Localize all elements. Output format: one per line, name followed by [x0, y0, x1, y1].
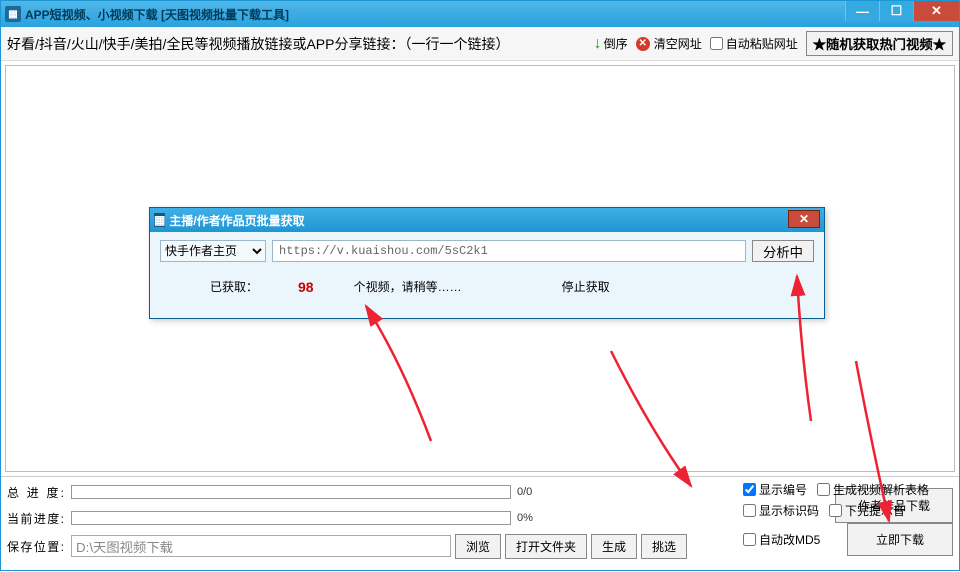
- show-index-checkbox-input[interactable]: [743, 483, 756, 496]
- browse-button[interactable]: 浏览: [455, 534, 501, 559]
- gen-parse-table-checkbox[interactable]: 生成视频解析表格: [817, 481, 929, 498]
- autopaste-label: 自动粘贴网址: [726, 35, 798, 52]
- current-progress-text: 0%: [517, 512, 533, 524]
- show-index-label: 显示编号: [759, 481, 807, 498]
- total-progress-bar: [71, 485, 511, 499]
- autopaste-checkbox-input[interactable]: [710, 37, 723, 50]
- input-hint-label: 好看/抖音/火山/快手/美拍/全民等视频播放链接或APP分享链接：（一行一个链接…: [7, 34, 509, 54]
- author-batch-dialog: ▦ 主播/作者作品页批量获取 ✕ 快手作者主页 分析中 已获取： 98 个视频，…: [149, 207, 825, 319]
- save-path-label: 保存位置:: [7, 538, 65, 555]
- window-controls: — ☐ ✕: [845, 1, 959, 21]
- maximize-button[interactable]: ☐: [879, 1, 913, 21]
- analyze-button[interactable]: 分析中: [752, 240, 814, 262]
- auto-md5-label: 自动改MD5: [759, 531, 820, 548]
- videos-wait-label: 个视频，请稍等……: [354, 278, 462, 295]
- dialog-app-icon: ▦: [154, 213, 165, 227]
- open-folder-button[interactable]: 打开文件夹: [505, 534, 587, 559]
- show-index-checkbox[interactable]: 显示编号: [743, 481, 807, 498]
- auto-md5-checkbox-input[interactable]: [743, 533, 756, 546]
- current-progress-bar: [71, 511, 511, 525]
- clear-urls-button[interactable]: ✕ 清空网址: [636, 35, 702, 52]
- clear-icon: ✕: [636, 37, 650, 51]
- random-hot-button[interactable]: ★随机获取热门视频★: [806, 31, 953, 56]
- close-button[interactable]: ✕: [913, 1, 959, 21]
- got-count: 98: [298, 279, 314, 295]
- done-sound-label: 下完提示音: [845, 502, 905, 519]
- show-idcode-label: 显示标识码: [759, 502, 819, 519]
- gen-parse-table-checkbox-input[interactable]: [817, 483, 830, 496]
- pick-button[interactable]: 挑选: [641, 534, 687, 559]
- title-bar: ▦ APP短视频、小视频下载 [天图视频批量下载工具] — ☐ ✕: [1, 1, 959, 27]
- got-label: 已获取：: [210, 278, 258, 295]
- app-icon: ▦: [5, 6, 21, 22]
- source-select[interactable]: 快手作者主页: [160, 240, 266, 262]
- bottom-panel: 总 进 度: 0/0 作者作品下载 当前进度: 0% 保存位置: 浏览 打开文件…: [1, 476, 959, 570]
- author-url-input[interactable]: [272, 240, 746, 262]
- download-now-button[interactable]: 立即下载: [847, 523, 953, 556]
- gen-parse-table-label: 生成视频解析表格: [833, 481, 929, 498]
- autopaste-checkbox[interactable]: 自动粘贴网址: [710, 35, 798, 52]
- auto-md5-checkbox[interactable]: 自动改MD5: [743, 531, 820, 548]
- clear-urls-label: 清空网址: [654, 35, 702, 52]
- done-sound-checkbox[interactable]: 下完提示音: [829, 502, 905, 519]
- right-options-column: 显示编号 生成视频解析表格 显示标识码 下完提示音 自动改MD5 立即下载: [743, 481, 953, 566]
- toolbar: 好看/抖音/火山/快手/美拍/全民等视频播放链接或APP分享链接：（一行一个链接…: [1, 27, 959, 61]
- total-progress-label: 总 进 度:: [7, 484, 65, 501]
- done-sound-checkbox-input[interactable]: [829, 504, 842, 517]
- generate-button[interactable]: 生成: [591, 534, 637, 559]
- dialog-close-button[interactable]: ✕: [788, 210, 820, 228]
- dialog-title-bar: ▦ 主播/作者作品页批量获取 ✕: [150, 208, 824, 232]
- dialog-title: 主播/作者作品页批量获取: [169, 212, 304, 229]
- save-path-input[interactable]: [71, 535, 451, 557]
- show-idcode-checkbox[interactable]: 显示标识码: [743, 502, 819, 519]
- down-arrow-icon: ↓: [594, 35, 602, 53]
- window-title: APP短视频、小视频下载 [天图视频批量下载工具]: [25, 6, 289, 23]
- minimize-button[interactable]: —: [845, 1, 879, 21]
- current-progress-label: 当前进度:: [7, 510, 65, 527]
- reverse-order-button[interactable]: ↓ 倒序: [594, 35, 628, 53]
- reverse-order-label: 倒序: [604, 38, 628, 50]
- show-idcode-checkbox-input[interactable]: [743, 504, 756, 517]
- total-progress-text: 0/0: [517, 486, 532, 498]
- stop-fetch-button[interactable]: 停止获取: [562, 278, 610, 295]
